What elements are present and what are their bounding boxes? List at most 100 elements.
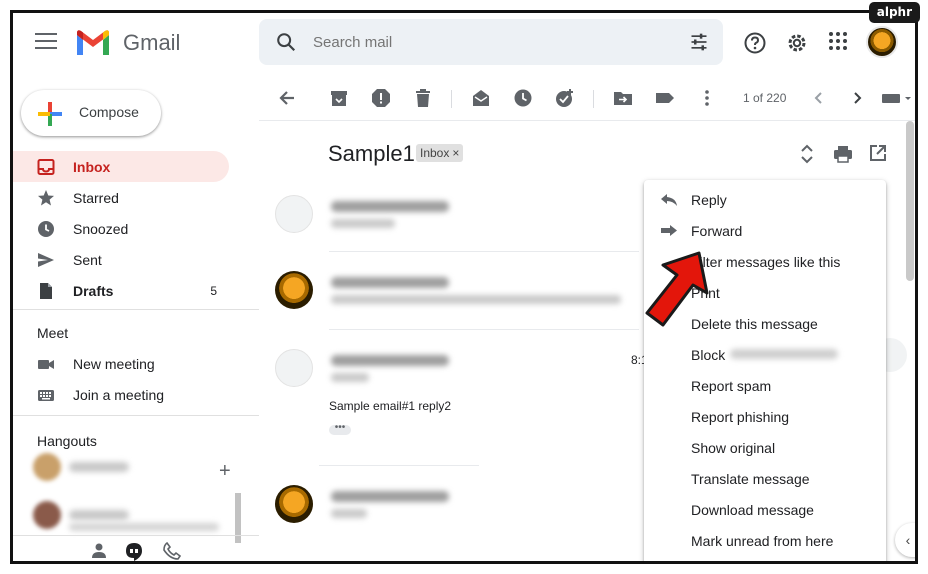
contact-avatar <box>33 453 61 481</box>
sidebar-item-drafts[interactable]: Drafts 5 <box>13 275 229 306</box>
inbox-label-chip[interactable]: Inbox × <box>416 144 464 162</box>
new-hangout-plus-icon[interactable]: + <box>219 460 231 483</box>
search-input[interactable] <box>313 31 653 53</box>
delete-trash-icon[interactable] <box>413 88 433 108</box>
archive-icon[interactable] <box>329 88 349 108</box>
show-side-panel-button[interactable]: ‹ <box>895 523 915 557</box>
blurred-sender <box>331 355 449 366</box>
sidebar-divider <box>13 309 259 310</box>
blurred-snippet <box>331 295 621 304</box>
chip-label: Inbox <box>420 146 450 160</box>
menu-item-label: Translate message <box>691 471 810 487</box>
hangouts-icon[interactable] <box>125 542 143 562</box>
menu-item-label: Report phishing <box>691 409 790 425</box>
message-body: Sample email#1 reply2 <box>329 399 452 413</box>
new-meeting-link[interactable]: New meeting <box>13 348 259 379</box>
remove-label-icon[interactable]: × <box>452 146 459 160</box>
search-options-icon[interactable] <box>689 32 709 52</box>
back-arrow-icon[interactable] <box>277 88 297 108</box>
apps-grid-icon[interactable] <box>828 31 848 51</box>
add-to-tasks-icon[interactable] <box>555 88 575 108</box>
chevron-left-icon[interactable] <box>809 88 829 108</box>
contact-avatar <box>33 501 61 529</box>
menu-item-mark-unread[interactable]: Mark unread from here <box>644 526 886 556</box>
inbox-icon <box>37 159 55 175</box>
blurred-sender <box>331 491 449 502</box>
sidebar-item-label: Snoozed <box>73 221 129 237</box>
menu-item-label: Download message <box>691 502 814 518</box>
blurred-sender <box>331 201 449 212</box>
join-meeting-link[interactable]: Join a meeting <box>13 379 259 410</box>
menu-item-label: Report spam <box>691 378 772 394</box>
forward-icon <box>661 225 677 236</box>
message-toolbar: 1 of 220 <box>259 75 915 121</box>
menu-item-label: Block <box>691 347 726 363</box>
red-annotation-arrow-icon <box>645 251 709 327</box>
sender-avatar <box>275 349 313 387</box>
menu-item-download[interactable]: Download message <box>644 495 886 525</box>
blurred-name <box>69 462 129 472</box>
blurred-sender <box>331 277 449 288</box>
sender-avatar <box>275 195 313 233</box>
menu-item-report-spam[interactable]: Report spam <box>644 371 886 401</box>
sidebar-item-inbox[interactable]: Inbox <box>13 151 229 182</box>
settings-gear-icon[interactable] <box>785 31 809 55</box>
reply-icon <box>661 194 677 206</box>
sidebar-item-snoozed[interactable]: Snoozed <box>13 213 229 244</box>
new-meeting-label: New meeting <box>73 356 155 372</box>
menu-item-translate[interactable]: Translate message <box>644 464 886 494</box>
search-bar[interactable] <box>259 19 723 65</box>
blurred-status <box>69 523 219 531</box>
print-all-icon[interactable] <box>833 144 853 164</box>
sidebar-divider <box>13 415 259 416</box>
sidebar-item-sent[interactable]: Sent <box>13 244 229 275</box>
input-tools-keyboard-icon[interactable] <box>881 88 913 108</box>
open-new-window-icon[interactable] <box>869 144 887 162</box>
message-more-menu: Reply Forward Filter messages like this … <box>644 180 886 561</box>
phone-icon[interactable] <box>163 542 181 560</box>
hangouts-section-title: Hangouts <box>37 433 97 449</box>
hangout-contact[interactable] <box>33 501 233 531</box>
keyboard-icon <box>38 390 54 401</box>
mark-unread-icon[interactable] <box>471 88 491 108</box>
menu-item-label: Show original <box>691 440 776 456</box>
menu-item-forward[interactable]: Forward <box>644 216 886 246</box>
pagination-text: 1 of 220 <box>743 91 787 105</box>
compose-button[interactable]: Compose <box>21 90 161 136</box>
gmail-logo-icon <box>77 30 109 55</box>
menu-item-label: Reply <box>691 192 727 208</box>
sidebar-item-label: Starred <box>73 190 119 206</box>
sidebar-item-label: Drafts <box>73 283 114 299</box>
main-menu-button[interactable] <box>35 33 57 51</box>
menu-item-reply[interactable]: Reply <box>644 185 886 215</box>
person-icon[interactable] <box>91 542 107 560</box>
menu-item-block[interactable]: Block <box>644 340 886 370</box>
report-spam-icon[interactable] <box>371 88 391 108</box>
message-divider <box>329 329 639 330</box>
help-icon[interactable] <box>743 31 767 55</box>
label-tag-icon[interactable] <box>655 88 675 108</box>
menu-item-report-phishing[interactable]: Report phishing <box>644 402 886 432</box>
account-avatar[interactable] <box>866 26 898 58</box>
sender-avatar <box>275 485 313 523</box>
join-meeting-label: Join a meeting <box>73 387 165 403</box>
message-divider <box>329 251 639 252</box>
alphr-watermark: alphr <box>868 2 920 23</box>
blurred-name <box>69 510 129 520</box>
star-icon <box>38 190 54 206</box>
main-scrollbar[interactable] <box>906 121 914 281</box>
message-divider <box>319 465 479 466</box>
move-to-icon[interactable] <box>613 88 633 108</box>
drafts-count: 5 <box>210 284 217 298</box>
show-trimmed-content-button[interactable]: ••• <box>329 423 351 435</box>
more-vertical-icon[interactable] <box>697 88 717 108</box>
meet-section-title: Meet <box>37 325 69 341</box>
search-icon[interactable] <box>275 31 297 53</box>
sidebar-item-starred[interactable]: Starred <box>13 182 229 213</box>
chevron-right-icon[interactable] <box>847 88 867 108</box>
menu-item-show-original[interactable]: Show original <box>644 433 886 463</box>
hangout-contact[interactable] <box>33 453 233 483</box>
sidebar-item-label: Sent <box>73 252 102 268</box>
snooze-clock-icon[interactable] <box>513 88 533 108</box>
expand-all-icon[interactable] <box>799 144 815 164</box>
